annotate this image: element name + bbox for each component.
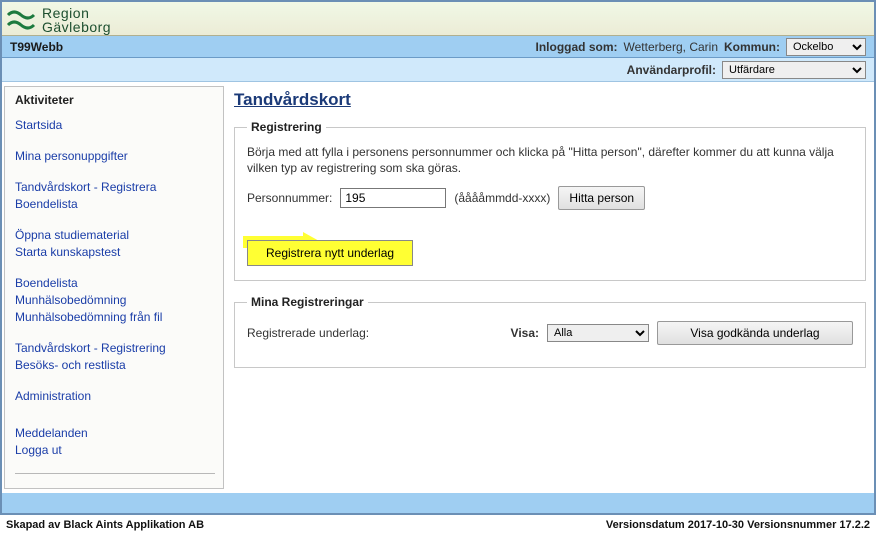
logged-in-user: Wetterberg, Carin xyxy=(624,40,718,54)
kommun-select[interactable]: Ockelbo xyxy=(786,38,866,56)
nav-munhalsobedomning-fil[interactable]: Munhälsobedömning från fil xyxy=(15,309,215,326)
show-approved-button[interactable]: Visa godkända underlag xyxy=(657,321,853,345)
nav-besok-restlista[interactable]: Besöks- och restlista xyxy=(15,357,215,374)
nav-oppna-studiematerial[interactable]: Öppna studiematerial xyxy=(15,227,215,244)
nav-boendelista-2[interactable]: Boendelista xyxy=(15,275,215,292)
profile-select[interactable]: Utfärdare xyxy=(722,61,866,79)
content-area: Aktiviteter Startsida Mina personuppgift… xyxy=(2,82,874,493)
visa-select[interactable]: Alla xyxy=(547,324,649,342)
kommun-label: Kommun: xyxy=(724,40,780,54)
footer-left: Skapad av Black Aints Applikation AB xyxy=(6,519,204,531)
sidebar: Aktiviteter Startsida Mina personuppgift… xyxy=(4,86,224,489)
nav-munhalsobedomning[interactable]: Munhälsobedömning xyxy=(15,292,215,309)
sidebar-title: Aktiviteter xyxy=(15,93,215,107)
sidebar-divider xyxy=(15,473,215,474)
subbar: Användarprofil: Utfärdare xyxy=(2,58,874,82)
brand-banner: Region Gävleborg xyxy=(2,2,874,36)
personnummer-row: Personnummer: (ååååmmdd-xxxx) Hitta pers… xyxy=(247,186,853,210)
main: Tandvårdskort Registrering Börja med att… xyxy=(224,86,872,489)
visa-label: Visa: xyxy=(511,326,539,340)
personnummer-input[interactable] xyxy=(340,188,446,208)
brand-text: Region Gävleborg xyxy=(42,6,111,34)
registrering-intro: Börja med att fylla i personens personnu… xyxy=(247,144,853,176)
topbar-right: Inloggad som: Wetterberg, Carin Kommun: … xyxy=(536,38,866,56)
brand-line-1: Region xyxy=(42,6,111,20)
nav-administration[interactable]: Administration xyxy=(15,388,215,405)
footer-right: Versionsdatum 2017-10-30 Versionsnummer … xyxy=(606,519,870,531)
topbar: T99Webb Inloggad som: Wetterberg, Carin … xyxy=(2,36,874,58)
personnummer-label: Personnummer: xyxy=(247,191,332,205)
find-person-button[interactable]: Hitta person xyxy=(558,186,645,210)
page-title: Tandvårdskort xyxy=(234,90,866,110)
logged-in-label: Inloggad som: xyxy=(536,40,618,54)
nav-startsida[interactable]: Startsida xyxy=(15,117,215,134)
register-new-button[interactable]: Registrera nytt underlag xyxy=(247,240,413,266)
nav-meddelanden[interactable]: Meddelanden xyxy=(15,425,215,442)
registrering-fieldset: Registrering Börja med att fylla i perso… xyxy=(234,120,866,281)
registrering-legend: Registrering xyxy=(247,120,326,134)
personnummer-format: (ååååmmdd-xxxx) xyxy=(454,191,550,205)
mina-legend: Mina Registreringar xyxy=(247,295,368,309)
nav-mina-personuppgifter[interactable]: Mina personuppgifter xyxy=(15,148,215,165)
mina-label: Registrerade underlag: xyxy=(247,326,467,340)
footer: Skapad av Black Aints Applikation AB Ver… xyxy=(0,515,876,533)
nav-starta-kunskapstest[interactable]: Starta kunskapstest xyxy=(15,244,215,261)
nav-tandvardskort-registrering[interactable]: Tandvårdskort - Registrering xyxy=(15,340,215,357)
nav-tandvardskort-registrera[interactable]: Tandvårdskort - Registrera xyxy=(15,179,215,196)
brand-line-2: Gävleborg xyxy=(42,20,111,34)
region-logo-icon xyxy=(6,5,36,35)
mina-registreringar-fieldset: Mina Registreringar Registrerade underla… xyxy=(234,295,866,368)
footer-strip xyxy=(2,493,874,513)
app-frame: Region Gävleborg T99Webb Inloggad som: W… xyxy=(0,0,876,515)
app-name: T99Webb xyxy=(10,40,63,54)
profile-label: Användarprofil: xyxy=(627,63,716,77)
nav-logga-ut[interactable]: Logga ut xyxy=(15,442,215,459)
nav-boendelista-1[interactable]: Boendelista xyxy=(15,196,215,213)
